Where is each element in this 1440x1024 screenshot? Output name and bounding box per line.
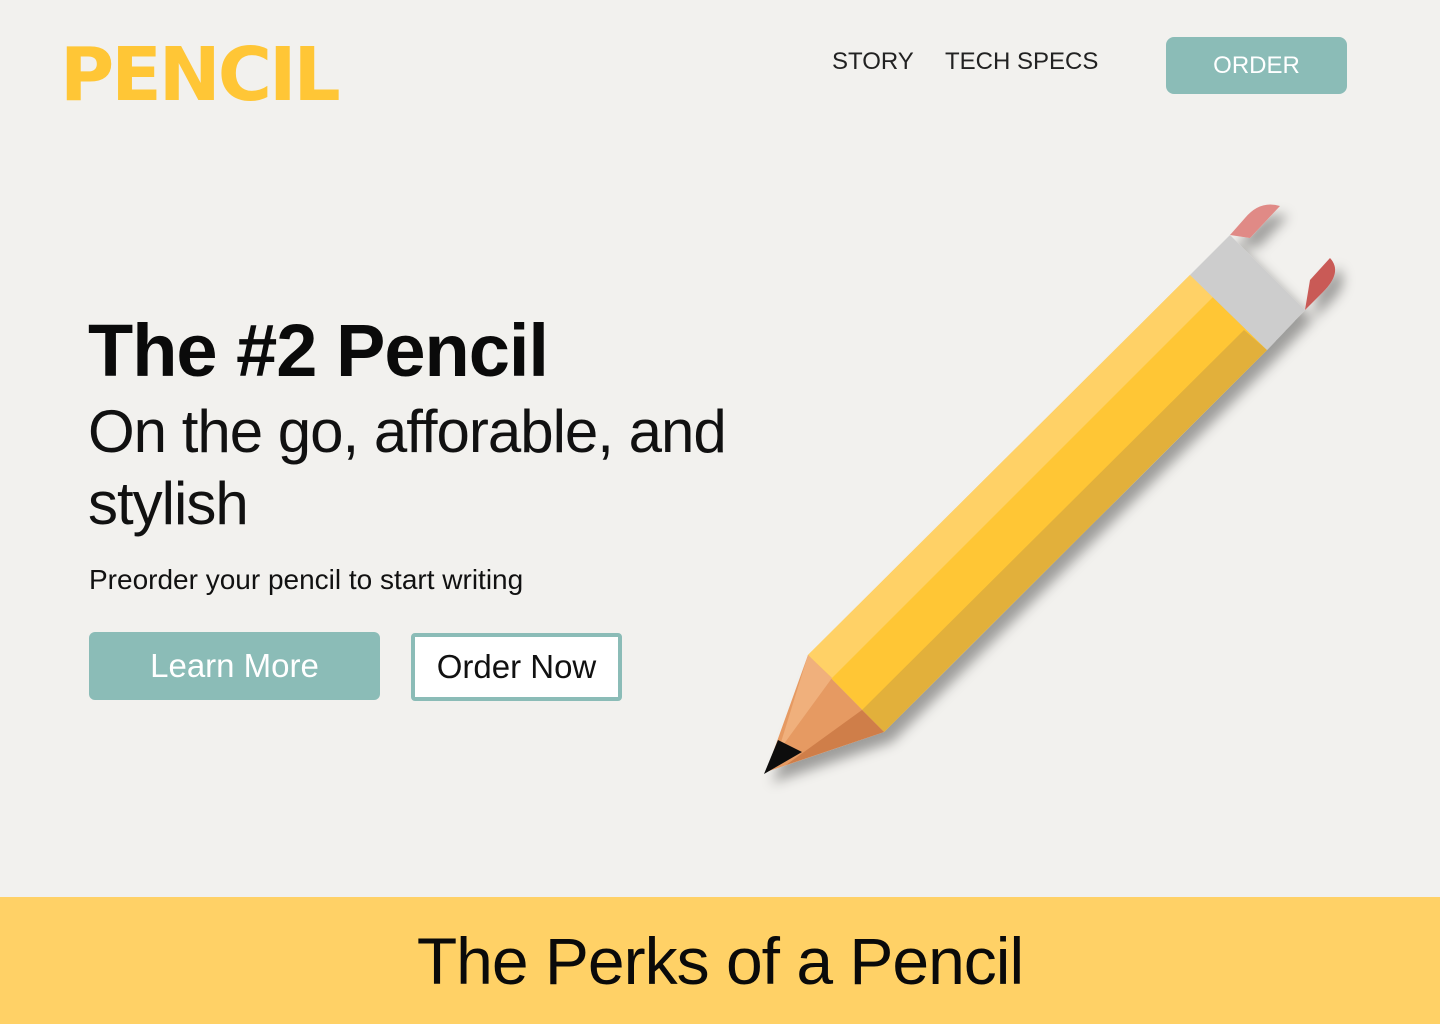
nav-link-tech-specs[interactable]: TECH SPECS <box>945 48 1098 76</box>
hero-title: The #2 Pencil <box>88 309 549 392</box>
logo[interactable]: PENCIL <box>60 30 341 120</box>
hero-subtitle: On the go, afforable, and stylish <box>88 398 727 537</box>
learn-more-button[interactable]: Learn More <box>89 632 380 700</box>
order-button[interactable]: ORDER <box>1166 37 1347 94</box>
pencil-shape <box>764 204 1336 774</box>
pencil-illustration <box>764 204 1336 774</box>
nav-link-story[interactable]: STORY <box>832 48 914 76</box>
perks-section: The Perks of a Pencil <box>0 897 1440 1024</box>
perks-title: The Perks of a Pencil <box>416 924 1024 998</box>
site-header: PENCIL STORY TECH SPECS ORDER <box>0 0 1440 140</box>
order-now-button[interactable]: Order Now <box>411 633 622 701</box>
hero-description: Preorder your pencil to start writing <box>89 564 524 595</box>
